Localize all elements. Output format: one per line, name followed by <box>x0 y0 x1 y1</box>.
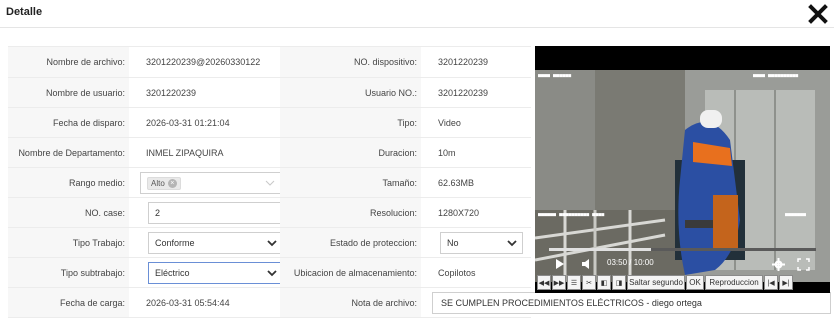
details-row: Nombre de usuario: 3201220239 Usuario NO… <box>8 78 531 108</box>
upload-date-label: Fecha de carga: <box>8 288 129 317</box>
frame-back-icon[interactable]: ◧ <box>597 275 611 290</box>
file-note-label: Nota de archivo: <box>280 288 421 317</box>
volume-icon[interactable] <box>580 256 592 272</box>
user-no-value: 3201220239 <box>438 87 489 98</box>
play-icon[interactable] <box>555 256 565 272</box>
player-toolbar: ◀◀ ▶▶ ☰ ✂ ◧ ◨ Saltar segundo OK Reproduc… <box>537 275 829 290</box>
protection-label: Estado de proteccion: <box>280 228 421 257</box>
fullscreen-icon[interactable] <box>797 256 810 272</box>
list-icon[interactable]: ☰ <box>567 275 581 290</box>
frame-forward-icon[interactable]: ◨ <box>612 275 626 290</box>
user-name-label: Nombre de usuario: <box>8 78 129 107</box>
file-name-label: Nombre de archivo: <box>8 47 129 77</box>
details-row: Rango medio: Alto × Tamaño: 62.63MB <box>8 168 531 198</box>
range-tag: Alto × <box>147 176 181 190</box>
range-tag-label: Alto <box>151 178 165 188</box>
skip-end-icon[interactable]: ▶| <box>779 275 793 290</box>
chevron-down-icon <box>507 240 517 247</box>
department-label: Nombre de Departamento: <box>8 138 129 167</box>
video-player: ■■■■ ■■■■■■ ■■■■ ■■■■■■■■■■ ■■■■■■ ■■■■■… <box>535 46 830 293</box>
dialog-title: Detalle <box>6 6 43 18</box>
details-row: Tipo subtrabajo: Eléctrico Ubicacion de … <box>8 258 531 288</box>
details-row: Fecha de carga: 2026-03-31 05:54:44 Nota… <box>8 288 831 318</box>
type-value: Video <box>438 117 461 128</box>
duration-label: Duracion: <box>280 138 421 167</box>
case-no-input[interactable]: 2 <box>148 202 283 224</box>
size-value: 62.63MB <box>438 177 475 188</box>
time-display: 03:50 / 10:00 <box>607 258 654 267</box>
file-note-input[interactable]: SE CUMPLEN PROCEDIMIENTOS ELÉCTRICOS - d… <box>432 292 831 314</box>
details-row: NO. case: 2 Resolucion: 1280X720 <box>8 198 531 228</box>
close-icon[interactable] <box>808 4 828 24</box>
trigger-date-value: 2026-03-31 01:21:04 <box>146 117 230 128</box>
dialog-header: Detalle <box>0 0 834 28</box>
details-row: Fecha de disparo: 2026-03-31 01:21:04 Ti… <box>8 108 531 138</box>
work-type-value: Conforme <box>155 238 195 248</box>
chevron-down-icon <box>267 270 277 277</box>
storage-value: Copilotos <box>438 267 476 278</box>
details-row: Nombre de archivo: 3201220239@2026033012… <box>8 47 531 78</box>
range-label: Rango medio: <box>8 168 129 197</box>
progress-bar[interactable] <box>549 248 816 251</box>
size-label: Tamaño: <box>280 168 421 197</box>
device-no-value: 3201220239 <box>438 57 489 67</box>
user-name-value: 3201220239 <box>146 87 197 98</box>
scissors-icon[interactable]: ✂ <box>582 275 596 290</box>
work-type-label: Tipo Trabajo: <box>8 228 129 257</box>
protection-select[interactable]: No <box>440 232 523 254</box>
playback-button[interactable]: Reproduccion <box>705 275 763 290</box>
resolution-label: Resolucion: <box>280 198 421 227</box>
work-type-select[interactable]: Conforme <box>148 232 283 254</box>
file-name-value: 3201220239@20260330122 <box>146 57 261 67</box>
subwork-type-select[interactable]: Eléctrico <box>148 262 283 284</box>
fast-forward-icon[interactable]: ▶▶ <box>552 275 566 290</box>
details-row: Tipo Trabajo: Conforme Estado de protecc… <box>8 228 531 258</box>
case-no-label: NO. case: <box>8 198 129 227</box>
rewind-icon[interactable]: ◀◀ <box>537 275 551 290</box>
device-no-label: NO. dispositivo: <box>280 47 421 77</box>
details-row: Nombre de Departamento: INMEL ZIPAQUIRA … <box>8 138 531 168</box>
trigger-date-label: Fecha de disparo: <box>8 108 129 137</box>
storage-label: Ubicacion de almacenamiento: <box>280 258 421 287</box>
user-no-label: Usuario NO.: <box>280 78 421 107</box>
progress-fill <box>549 248 652 251</box>
upload-date-value: 2026-03-31 05:54:44 <box>146 297 230 308</box>
chevron-down-icon <box>267 240 277 247</box>
protection-value: No <box>447 238 459 248</box>
type-label: Tipo: <box>280 108 421 137</box>
remove-tag-icon[interactable]: × <box>167 178 177 188</box>
subwork-type-value: Eléctrico <box>155 268 190 278</box>
skip-seconds-input[interactable]: Saltar segundo <box>627 275 685 290</box>
duration-value: 10m <box>438 147 456 158</box>
department-value: INMEL ZIPAQUIRA <box>146 147 224 158</box>
details-grid: Nombre de archivo: 3201220239@2026033012… <box>8 46 831 318</box>
resolution-value: 1280X720 <box>438 207 480 218</box>
range-multiselect[interactable]: Alto × <box>140 172 281 194</box>
skip-start-icon[interactable]: |◀ <box>764 275 778 290</box>
chevron-down-icon <box>265 180 275 186</box>
subwork-type-label: Tipo subtrabajo: <box>8 258 129 287</box>
settings-gear-icon[interactable] <box>772 256 785 272</box>
ok-button[interactable]: OK <box>686 275 704 290</box>
